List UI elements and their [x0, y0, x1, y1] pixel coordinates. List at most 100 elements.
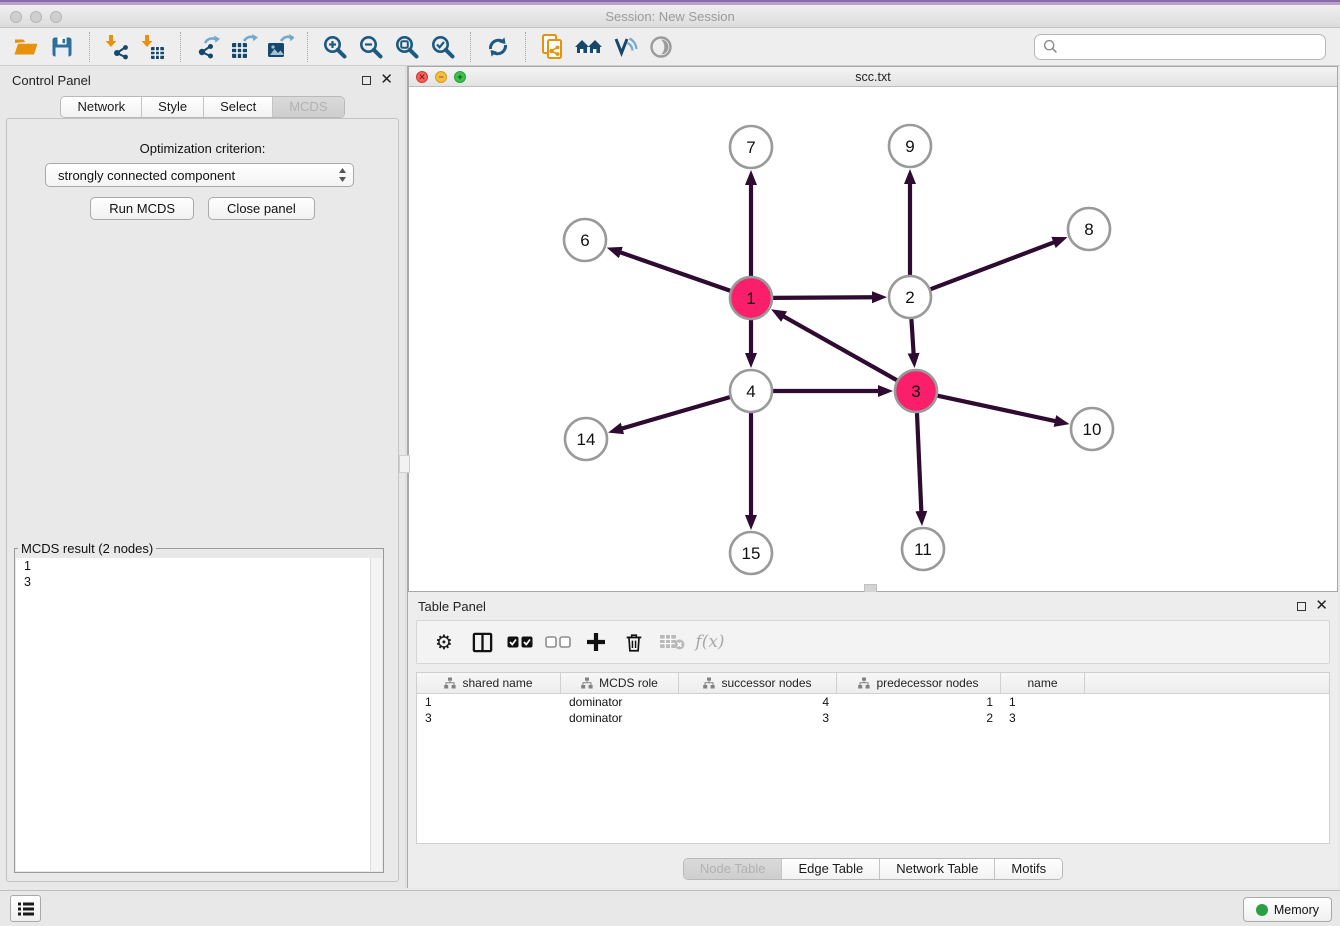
delete-column-icon[interactable]: [617, 624, 651, 660]
window-zoom-button[interactable]: [50, 11, 62, 23]
import-network-icon[interactable]: [99, 31, 135, 63]
network-zoom-button[interactable]: +: [454, 71, 466, 83]
mcds-result-title: MCDS result (2 nodes): [18, 541, 156, 556]
result-scrollbar[interactable]: [370, 558, 382, 871]
close-table-panel-icon[interactable]: ✕: [1315, 601, 1328, 611]
open-session-icon[interactable]: [8, 31, 44, 63]
edge-3-11[interactable]: [917, 413, 921, 513]
node-label: 3: [911, 382, 920, 401]
import-table-icon[interactable]: [135, 31, 171, 63]
edge-2-3[interactable]: [911, 319, 913, 355]
node-11[interactable]: 11: [902, 528, 944, 570]
edge-1-2[interactable]: [773, 297, 874, 298]
node-14[interactable]: 14: [565, 418, 607, 460]
run-mcds-button[interactable]: Run MCDS: [90, 197, 194, 220]
zoom-in-icon[interactable]: [317, 31, 353, 63]
export-table-icon[interactable]: [226, 31, 262, 63]
edge-3-10[interactable]: [938, 396, 1057, 422]
splitter-handle[interactable]: [399, 455, 410, 473]
node-6[interactable]: 6: [564, 219, 606, 261]
cell-name[interactable]: 3: [1001, 710, 1085, 726]
close-panel-icon[interactable]: ✕: [380, 75, 393, 85]
column-header-successor-nodes[interactable]: successor nodes: [679, 673, 837, 693]
cell-mcds-role[interactable]: dominator: [561, 710, 679, 726]
show-column-icon[interactable]: [465, 624, 499, 660]
table-row[interactable]: 3 dominator 3 2 3: [417, 710, 1329, 726]
node-10[interactable]: 10: [1071, 408, 1113, 450]
cell-successor-nodes[interactable]: 4: [679, 694, 837, 710]
network-minimize-button[interactable]: −: [435, 71, 447, 83]
edge-1-6[interactable]: [619, 252, 730, 291]
node-7[interactable]: 7: [730, 126, 772, 168]
tab-node-table[interactable]: Node Table: [684, 859, 783, 879]
network-window-titlebar[interactable]: ✕ − + scc.txt: [409, 67, 1337, 87]
tab-network-table[interactable]: Network Table: [880, 859, 995, 879]
close-panel-button[interactable]: Close panel: [208, 197, 315, 220]
memory-button[interactable]: Memory: [1243, 897, 1332, 922]
column-header-shared-name[interactable]: shared name: [417, 673, 561, 693]
tab-select[interactable]: Select: [204, 97, 273, 117]
settings-gear-icon[interactable]: ⚙: [427, 624, 461, 660]
window-minimize-button[interactable]: [30, 11, 42, 23]
search-icon: [1043, 39, 1058, 54]
node-label: 1: [746, 289, 755, 308]
window-close-button[interactable]: [10, 11, 22, 23]
float-panel-icon[interactable]: [362, 76, 371, 85]
criterion-dropdown[interactable]: strongly connected component: [45, 163, 354, 187]
tab-style[interactable]: Style: [142, 97, 204, 117]
mcds-result-item[interactable]: 1: [16, 558, 382, 574]
node-8[interactable]: 8: [1068, 208, 1110, 250]
network-graph[interactable]: 7 9 6 8 1 2 4 3 14 10 15 11: [409, 88, 1337, 592]
toggle-details-eye-icon[interactable]: [643, 31, 679, 63]
network-close-button[interactable]: ✕: [416, 71, 428, 83]
node-1[interactable]: 1: [730, 277, 772, 319]
cell-shared-name[interactable]: 3: [417, 710, 561, 726]
zoom-selected-icon[interactable]: [425, 31, 461, 63]
search-input[interactable]: [1064, 39, 1317, 54]
refresh-view-icon[interactable]: [480, 31, 516, 63]
cell-mcds-role[interactable]: dominator: [561, 694, 679, 710]
network-view-window: ✕ − + scc.txt 7 9 6 8 1 2 4 3 14 10 15 11: [408, 66, 1338, 592]
save-session-icon[interactable]: [44, 31, 80, 63]
node-15[interactable]: 15: [730, 532, 772, 574]
home-icon[interactable]: [571, 31, 607, 63]
mcds-result-list[interactable]: 1 3: [16, 558, 382, 871]
mcds-result-item[interactable]: 3: [16, 574, 382, 590]
zoom-out-icon[interactable]: [353, 31, 389, 63]
edge-4-14[interactable]: [621, 397, 730, 429]
tab-edge-table[interactable]: Edge Table: [782, 859, 880, 879]
node-4[interactable]: 4: [730, 370, 772, 412]
tab-motifs[interactable]: Motifs: [995, 859, 1062, 879]
delete-table-icon[interactable]: [655, 624, 689, 660]
cell-predecessor-nodes[interactable]: 1: [837, 694, 1001, 710]
column-header-mcds-role[interactable]: MCDS role: [561, 673, 679, 693]
cell-name[interactable]: 1: [1001, 694, 1085, 710]
table-row[interactable]: 1 dominator 4 1 1: [417, 694, 1329, 710]
node-2[interactable]: 2: [889, 276, 931, 318]
deselect-all-checks-icon[interactable]: [541, 624, 575, 660]
export-image-icon[interactable]: [262, 31, 298, 63]
vizmapper-icon[interactable]: [607, 31, 643, 63]
export-network-icon[interactable]: [190, 31, 226, 63]
task-history-button[interactable]: [10, 895, 41, 922]
tab-network[interactable]: Network: [61, 97, 142, 117]
edge-2-8[interactable]: [931, 242, 1056, 289]
clone-network-icon[interactable]: [535, 31, 571, 63]
cell-shared-name[interactable]: 1: [417, 694, 561, 710]
add-column-icon[interactable]: [579, 624, 613, 660]
node-3[interactable]: 3: [895, 370, 937, 412]
cell-successor-nodes[interactable]: 3: [679, 710, 837, 726]
column-header-name[interactable]: name: [1001, 673, 1085, 693]
select-all-checks-icon[interactable]: [503, 624, 537, 660]
tab-mcds[interactable]: MCDS: [273, 97, 343, 117]
edge-3-1[interactable]: [782, 316, 896, 381]
node-9[interactable]: 9: [889, 125, 931, 167]
cell-predecessor-nodes[interactable]: 2: [837, 710, 1001, 726]
search-box[interactable]: [1034, 34, 1326, 60]
zoom-fit-icon[interactable]: [389, 31, 425, 63]
function-builder-icon[interactable]: f(x): [693, 624, 727, 660]
float-table-panel-icon[interactable]: [1297, 602, 1306, 611]
column-header-predecessor-nodes[interactable]: predecessor nodes: [837, 673, 1001, 693]
network-canvas[interactable]: 7 9 6 8 1 2 4 3 14 10 15 11: [409, 88, 1337, 591]
node-label: 8: [1084, 220, 1093, 239]
